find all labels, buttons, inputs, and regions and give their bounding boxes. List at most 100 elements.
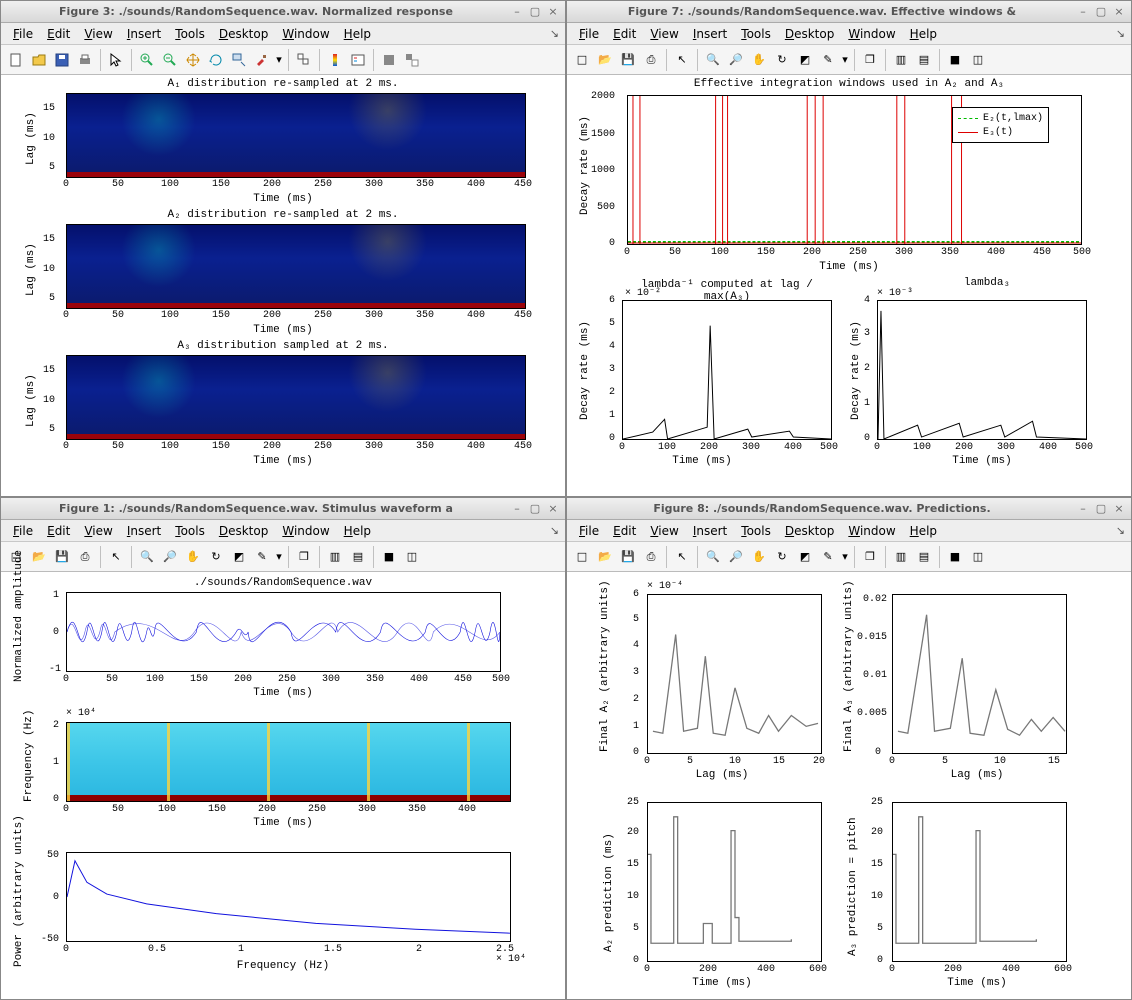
menu-tools[interactable]: Tools — [169, 522, 211, 540]
show-icon[interactable] — [401, 49, 423, 71]
brush-drop-icon[interactable]: ▾ — [274, 546, 284, 568]
link-icon[interactable]: ❐ — [293, 546, 315, 568]
hide-icon[interactable]: ■ — [944, 49, 966, 71]
open-icon[interactable] — [28, 49, 50, 71]
link-icon[interactable]: ❐ — [859, 546, 881, 568]
data-cursor-icon[interactable]: ◩ — [228, 546, 250, 568]
brush-drop-icon[interactable]: ▾ — [840, 49, 850, 71]
axes-wave[interactable]: /*noop placeholder*/ — [66, 592, 501, 672]
axes-bl[interactable] — [647, 802, 822, 962]
legend[interactable]: E₂(t,lmax) E₃(t) — [952, 107, 1049, 143]
brush-drop-icon[interactable]: ▾ — [840, 546, 850, 568]
menu-desktop[interactable]: Desktop — [779, 522, 841, 540]
open-icon[interactable]: 📂 — [28, 546, 50, 568]
menu-help[interactable]: Help — [338, 25, 377, 43]
menu-view[interactable]: View — [78, 25, 118, 43]
menu-tools[interactable]: Tools — [169, 25, 211, 43]
menu-view[interactable]: View — [644, 25, 684, 43]
menu-help[interactable]: Help — [904, 522, 943, 540]
brush-icon[interactable] — [251, 49, 273, 71]
menu-edit[interactable]: Edit — [41, 25, 76, 43]
menu-insert[interactable]: Insert — [687, 25, 733, 43]
dock-icon[interactable]: ↘ — [1116, 27, 1125, 40]
data-cursor-icon[interactable]: ◩ — [794, 546, 816, 568]
axes-br[interactable] — [877, 300, 1087, 440]
save-icon[interactable] — [51, 49, 73, 71]
hide-icon[interactable]: ■ — [944, 546, 966, 568]
save-icon[interactable]: 💾 — [51, 546, 73, 568]
menu-edit[interactable]: Edit — [607, 522, 642, 540]
minimize-icon[interactable]: – — [509, 502, 525, 516]
dock-icon[interactable]: ↘ — [550, 27, 559, 40]
menu-tools[interactable]: Tools — [735, 522, 777, 540]
minimize-icon[interactable]: – — [1075, 502, 1091, 516]
hide-icon[interactable]: ■ — [378, 546, 400, 568]
menu-file[interactable]: File — [7, 522, 39, 540]
menu-edit[interactable]: Edit — [607, 25, 642, 43]
legend-icon[interactable]: ▤ — [913, 546, 935, 568]
axes-1[interactable] — [66, 93, 526, 178]
hide-icon[interactable] — [378, 49, 400, 71]
save-icon[interactable]: 💾 — [617, 546, 639, 568]
show-icon[interactable]: ◫ — [401, 546, 423, 568]
pointer-icon[interactable]: ↖ — [105, 546, 127, 568]
axes-bl[interactable] — [622, 300, 832, 440]
colorbar-icon[interactable]: ▥ — [324, 546, 346, 568]
zoom-out-icon[interactable] — [159, 49, 181, 71]
brush-icon[interactable]: ✎ — [251, 546, 273, 568]
brush-icon[interactable]: ✎ — [817, 49, 839, 71]
dock-icon[interactable]: ↘ — [550, 524, 559, 537]
zoom-out-icon[interactable]: 🔎 — [159, 546, 181, 568]
print-icon[interactable]: ⎙ — [640, 49, 662, 71]
menu-view[interactable]: View — [78, 522, 118, 540]
menu-tools[interactable]: Tools — [735, 25, 777, 43]
pan-icon[interactable]: ✋ — [182, 546, 204, 568]
menu-desktop[interactable]: Desktop — [213, 522, 275, 540]
colorbar-icon[interactable] — [324, 49, 346, 71]
show-icon[interactable]: ◫ — [967, 49, 989, 71]
rotate-icon[interactable]: ↻ — [771, 49, 793, 71]
close-icon[interactable]: × — [545, 5, 561, 19]
zoom-in-icon[interactable] — [136, 49, 158, 71]
new-icon[interactable] — [5, 49, 27, 71]
close-icon[interactable]: × — [1111, 5, 1127, 19]
brush-icon[interactable]: ✎ — [817, 546, 839, 568]
titlebar[interactable]: Figure 7: ./sounds/RandomSequence.wav. E… — [567, 1, 1131, 23]
titlebar[interactable]: Figure 3: ./sounds/RandomSequence.wav. N… — [1, 1, 565, 23]
menu-help[interactable]: Help — [338, 522, 377, 540]
menu-window[interactable]: Window — [276, 522, 335, 540]
axes-spec[interactable] — [66, 722, 511, 802]
minimize-icon[interactable]: – — [1075, 5, 1091, 19]
legend-icon[interactable] — [347, 49, 369, 71]
rotate-icon[interactable]: ↻ — [205, 546, 227, 568]
pan-icon[interactable] — [182, 49, 204, 71]
zoom-in-icon[interactable]: 🔍 — [702, 49, 724, 71]
maximize-icon[interactable]: ▢ — [527, 5, 543, 19]
menu-view[interactable]: View — [644, 522, 684, 540]
print-icon[interactable]: ⎙ — [640, 546, 662, 568]
pointer-icon[interactable] — [105, 49, 127, 71]
minimize-icon[interactable]: – — [509, 5, 525, 19]
colorbar-icon[interactable]: ▥ — [890, 546, 912, 568]
legend-icon[interactable]: ▤ — [347, 546, 369, 568]
brush-drop-icon[interactable]: ▾ — [274, 49, 284, 71]
show-icon[interactable]: ◫ — [967, 546, 989, 568]
axes-tl[interactable] — [647, 594, 822, 754]
zoom-out-icon[interactable]: 🔎 — [725, 49, 747, 71]
zoom-out-icon[interactable]: 🔎 — [725, 546, 747, 568]
axes-tr[interactable] — [892, 594, 1067, 754]
menu-desktop[interactable]: Desktop — [213, 25, 275, 43]
close-icon[interactable]: × — [545, 502, 561, 516]
zoom-in-icon[interactable]: 🔍 — [136, 546, 158, 568]
menu-insert[interactable]: Insert — [121, 522, 167, 540]
pan-icon[interactable]: ✋ — [748, 49, 770, 71]
menu-insert[interactable]: Insert — [687, 522, 733, 540]
maximize-icon[interactable]: ▢ — [1093, 502, 1109, 516]
new-icon[interactable]: □ — [571, 546, 593, 568]
axes-2[interactable] — [66, 224, 526, 309]
axes-br[interactable] — [892, 802, 1067, 962]
menu-file[interactable]: File — [7, 25, 39, 43]
link-icon[interactable] — [293, 49, 315, 71]
menu-window[interactable]: Window — [842, 522, 901, 540]
pan-icon[interactable]: ✋ — [748, 546, 770, 568]
